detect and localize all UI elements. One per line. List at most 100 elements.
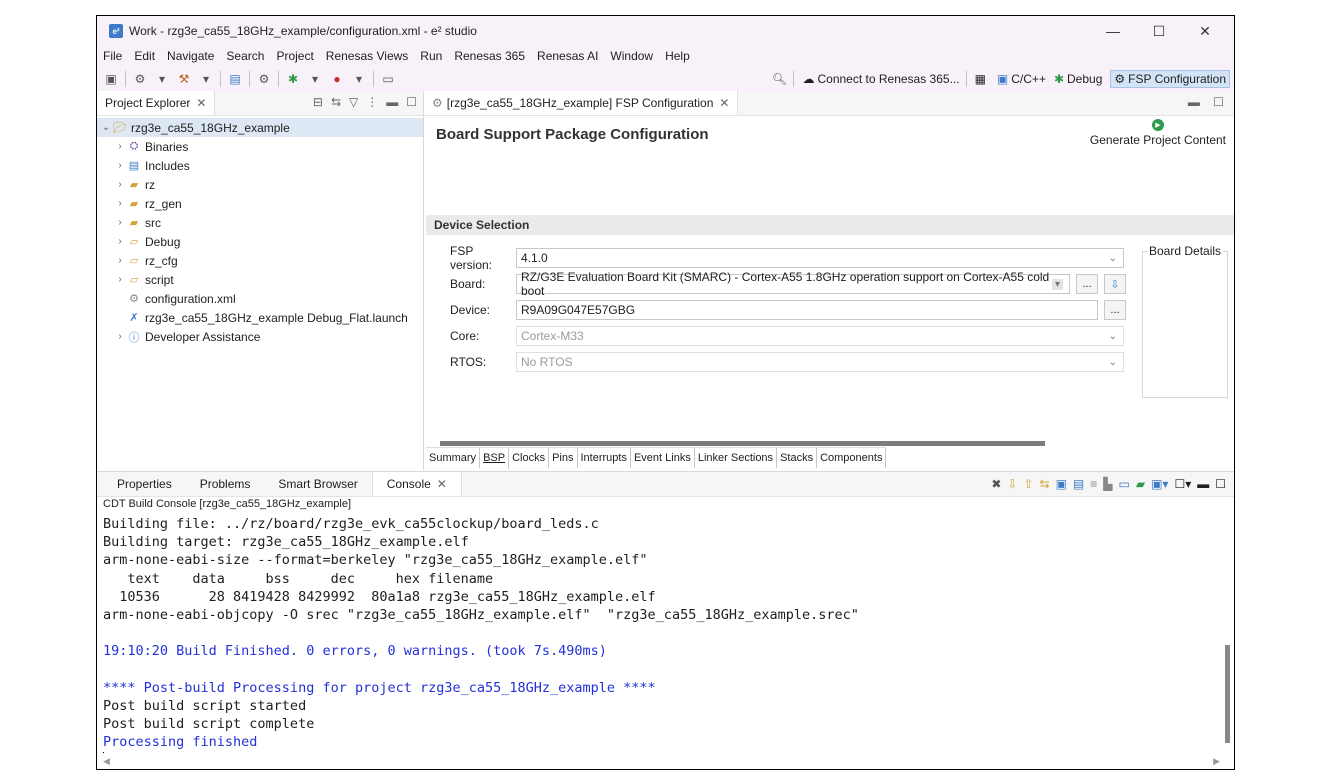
tab-fsp-configuration[interactable]: ⚙ [rzg3e_ca55_18GHz_example] FSP Configu… [424, 91, 739, 115]
open-console-icon[interactable]: ▰ [1136, 477, 1145, 491]
perspective-cpp[interactable]: ▣ C/C++ [997, 72, 1046, 86]
view-menu-icon[interactable]: ☐▾ [1174, 477, 1191, 491]
vertical-scrollbar[interactable] [1222, 515, 1232, 753]
close-button[interactable]: ✕ [1182, 16, 1228, 46]
close-icon[interactable]: ✕ [437, 477, 447, 491]
menu-renesas-views[interactable]: Renesas Views [326, 49, 409, 63]
minimize-view-icon[interactable]: ▬ [1188, 95, 1200, 109]
pin-console-icon[interactable]: ▙ [1103, 477, 1112, 491]
tab-smart-browser[interactable]: Smart Browser [264, 472, 371, 496]
tree-item-src[interactable]: › ▰ src [97, 213, 423, 232]
tab-event-links[interactable]: Event Links [631, 448, 695, 468]
chevron-right-icon[interactable]: › [115, 217, 125, 228]
tab-bsp[interactable]: BSP [480, 448, 510, 470]
tab-console[interactable]: Console ✕ [371, 472, 462, 496]
tree-item-project[interactable]: ⌄ 📂︎ rzg3e_ca55_18GHz_example [97, 118, 423, 137]
settings-icon[interactable]: ⚙ [256, 71, 272, 87]
tree-item-launch-file[interactable]: ✗ rzg3e_ca55_18GHz_example Debug_Flat.la… [97, 308, 423, 327]
display-console-icon[interactable]: ▭ [1119, 477, 1130, 491]
chevron-right-icon[interactable]: › [115, 198, 125, 209]
chevron-right-icon[interactable]: › [115, 255, 125, 266]
tab-interrupts[interactable]: Interrupts [578, 448, 631, 468]
tree-item-binaries[interactable]: › ⛭ Binaries [97, 137, 423, 156]
view-menu-icon[interactable]: ⋮ [366, 95, 378, 109]
tree-item-developer-assistance[interactable]: › ⓘ Developer Assistance [97, 327, 423, 346]
new-file-icon[interactable]: ▤ [227, 71, 243, 87]
maximize-view-icon[interactable]: ☐ [406, 95, 417, 109]
board-browse-button[interactable]: ... [1076, 274, 1098, 294]
chevron-right-icon[interactable]: › [115, 179, 125, 190]
debug-bug-icon[interactable]: ✱ [285, 71, 301, 87]
tab-linker-sections[interactable]: Linker Sections [695, 448, 778, 468]
perspective-fsp-configuration[interactable]: ⚙ FSP Configuration [1110, 69, 1230, 88]
build-config-icon[interactable]: ⚙ [132, 71, 148, 87]
menu-run[interactable]: Run [420, 49, 442, 63]
tab-pins[interactable]: Pins [549, 448, 578, 468]
perspective-debug[interactable]: ✱ Debug [1054, 72, 1102, 86]
menu-file[interactable]: File [103, 49, 122, 63]
console-horizontal-scrollbar[interactable]: ◀ ▶ [103, 755, 1220, 767]
import-board-icon[interactable]: ⇩ [1104, 274, 1126, 294]
minimize-button[interactable]: — [1090, 16, 1136, 46]
device-field[interactable]: R9A09G047E57GBG [516, 300, 1098, 320]
console-output[interactable]: Building file: ../rz/board/rzg3e_evk_ca5… [103, 515, 1220, 753]
dropdown-arrow-icon[interactable]: ▾ [198, 71, 214, 87]
connect-renesas-365-button[interactable]: ☁ Connect to Renesas 365... [802, 72, 959, 86]
remove-launch-icon[interactable]: ✖ [991, 477, 1001, 491]
minimize-view-icon[interactable]: ▬ [386, 95, 398, 109]
next-error-icon[interactable]: ⇩ [1007, 477, 1017, 491]
tree-item-rz[interactable]: › ▰ rz [97, 175, 423, 194]
collapse-all-icon[interactable]: ⊟ [313, 95, 323, 109]
close-icon[interactable]: ✕ [196, 96, 206, 110]
scrollbar-thumb[interactable] [1225, 645, 1230, 743]
chevron-right-icon[interactable]: › [115, 160, 125, 171]
clear-console-icon[interactable]: ≡ [1090, 477, 1097, 491]
scroll-left-icon[interactable]: ◀ [103, 756, 110, 767]
menu-renesas-ai[interactable]: Renesas AI [537, 49, 598, 63]
hammer-icon[interactable]: ⚒ [176, 71, 192, 87]
menu-renesas-365[interactable]: Renesas 365 [454, 49, 525, 63]
menu-search[interactable]: Search [226, 49, 264, 63]
link-with-editor-icon[interactable]: ⇆ [331, 95, 341, 109]
scroll-lock-icon[interactable]: ⇆ [1040, 477, 1050, 491]
maximize-view-icon[interactable]: ☐ [1213, 95, 1224, 109]
tree-item-configuration-xml[interactable]: ⚙ configuration.xml [97, 289, 423, 308]
tree-item-rz-cfg[interactable]: › ▱ rz_cfg [97, 251, 423, 270]
open-perspective-button[interactable]: ▦ [975, 72, 989, 86]
maximize-button[interactable]: ☐ [1136, 16, 1182, 46]
tree-item-rz-gen[interactable]: › ▰ rz_gen [97, 194, 423, 213]
search-icon[interactable]: 🔍︎ [771, 71, 787, 87]
chevron-right-icon[interactable]: › [115, 274, 125, 285]
tab-stacks[interactable]: Stacks [777, 448, 818, 468]
tab-problems[interactable]: Problems [186, 472, 265, 496]
tree-item-debug[interactable]: › ▱ Debug [97, 232, 423, 251]
dropdown-arrow-icon[interactable]: ▾ [154, 71, 170, 87]
chevron-right-icon[interactable]: › [115, 236, 125, 247]
filter-icon[interactable]: ▽ [349, 95, 358, 109]
maximize-view-icon[interactable]: ☐ [1215, 477, 1226, 491]
close-icon[interactable]: ✕ [719, 96, 729, 110]
tab-summary[interactable]: Summary [426, 448, 481, 468]
board-select[interactable]: RZ/G3E Evaluation Board Kit (SMARC) - Co… [516, 270, 1070, 298]
word-wrap-icon[interactable]: ▤ [1073, 477, 1084, 491]
run-icon[interactable]: ● [329, 71, 345, 87]
copy-build-log-icon[interactable]: ▣ [1056, 477, 1067, 491]
chevron-right-icon[interactable]: › [115, 141, 125, 152]
scroll-right-icon[interactable]: ▶ [1213, 756, 1220, 767]
device-browse-button[interactable]: ... [1104, 300, 1126, 320]
save-icon[interactable]: ▣ [103, 71, 119, 87]
tree-item-script[interactable]: › ▱ script [97, 270, 423, 289]
generate-project-content-button[interactable]: ▶ Generate Project Content [1090, 119, 1226, 147]
previous-error-icon[interactable]: ⇧ [1023, 477, 1033, 491]
fsp-version-select[interactable]: 4.1.0 ⌄ [516, 248, 1124, 268]
tab-properties[interactable]: Properties [103, 472, 186, 496]
chevron-right-icon[interactable]: › [115, 331, 125, 342]
dropdown-arrow-icon[interactable]: ▾ [351, 71, 367, 87]
new-console-icon[interactable]: ▣▾ [1151, 477, 1168, 491]
chevron-down-icon[interactable]: ⌄ [101, 122, 111, 133]
menu-navigate[interactable]: Navigate [167, 49, 214, 63]
minimize-view-icon[interactable]: ▬ [1197, 477, 1209, 491]
tab-project-explorer[interactable]: Project Explorer ✕ [97, 91, 216, 115]
menu-project[interactable]: Project [276, 49, 313, 63]
tab-clocks[interactable]: Clocks [509, 448, 550, 468]
